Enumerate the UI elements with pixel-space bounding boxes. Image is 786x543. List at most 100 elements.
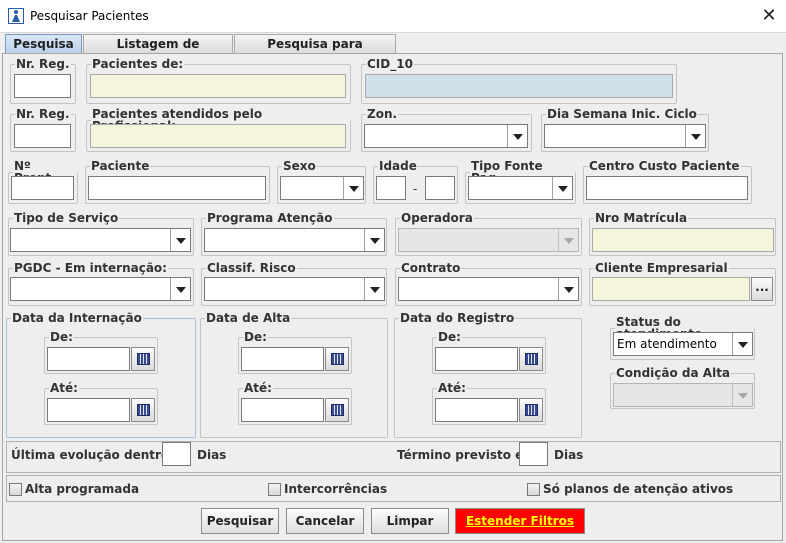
nro-matricula-field [592,228,774,252]
paciente-label: Paciente [91,159,150,173]
internacao-de-label: De: [50,330,73,344]
chevron-down-icon[interactable] [732,333,752,355]
chevron-down-icon[interactable] [507,125,527,147]
planos-ativos-checkbox[interactable] [527,483,540,496]
idade-label: Idade [379,159,417,173]
registro-de-input[interactable] [435,347,518,371]
intercorrencias-checkbox[interactable] [268,483,281,496]
idade-max-input[interactable] [425,176,455,200]
chevron-down-icon[interactable] [685,125,705,147]
programa-atencao-select[interactable] [204,228,385,252]
chevron-down-icon [732,384,752,406]
chevron-down-icon[interactable] [170,278,190,300]
pacientes-de-label: Pacientes de: [92,57,184,71]
chevron-down-icon[interactable] [558,278,578,300]
cliente-empresarial-field [592,277,750,301]
operadora-label: Operadora [401,211,473,225]
internacao-ate-label: Até: [50,381,78,395]
condicao-alta-select [613,383,753,407]
chevron-down-icon [558,229,578,251]
alta-ate-input[interactable] [241,398,324,422]
data-alta-label: Data de Alta [206,311,291,325]
calendar-icon[interactable] [325,398,349,422]
calendar-icon[interactable] [519,347,543,371]
cliente-empresarial-label: Cliente Empresarial [595,261,728,275]
cliente-empresarial-lookup-button[interactable]: ... [751,277,773,301]
zon-label: Zon. [367,107,398,121]
nr-reg-input-2[interactable] [14,124,71,148]
n-pront-input[interactable] [11,176,74,200]
tab-pesquisa[interactable]: Pesquisa [5,34,82,54]
nr-reg-label-2: Nr. Reg. [16,107,70,121]
window-title: Pesquisar Pacientes [30,9,149,23]
pgdc-select[interactable] [10,277,191,301]
pgdc-label: PGDC - Em internação: [14,261,167,275]
dias-label-1: Dias [197,448,227,462]
zon-select[interactable] [364,124,528,148]
calendar-icon[interactable] [131,347,155,371]
status-atendimento-value: Em atendimento [617,337,717,351]
dia-semana-label: Dia Semana Inic. Ciclo [547,107,697,121]
alta-de-label: De: [244,330,267,344]
idade-separator: - [413,182,418,196]
ultima-evolucao-dias-input[interactable] [162,442,191,466]
pesquisar-button[interactable]: Pesquisar [201,508,279,534]
condicao-alta-label: Condição da Alta [616,366,731,380]
alta-programada-checkbox[interactable] [9,483,22,496]
chevron-down-icon[interactable] [552,177,572,199]
data-internacao-label: Data da Internação [12,311,142,325]
calendar-icon[interactable] [519,398,543,422]
chevron-down-icon[interactable] [364,229,384,251]
dias-label-2: Dias [554,448,584,462]
alta-ate-label: Até: [244,381,272,395]
termino-previsto-dias-input[interactable] [519,442,548,466]
app-icon [8,8,24,24]
programa-atencao-label: Programa Atenção [207,211,333,225]
sexo-select[interactable] [280,176,364,200]
internacao-ate-input[interactable] [47,398,130,422]
contrato-select[interactable] [398,277,579,301]
chevron-down-icon[interactable] [343,177,363,199]
tab-pesquisa-relatorios[interactable]: Pesquisa para Relatórios [234,34,396,69]
cid10-label: CID_10 [367,57,413,71]
paciente-input[interactable] [88,176,266,200]
tipo-servico-label: Tipo de Serviço [14,211,119,225]
registro-de-label: De: [438,330,461,344]
centro-custo-label: Centro Custo Paciente [589,159,740,173]
alta-de-input[interactable] [241,347,324,371]
close-icon[interactable]: ✕ [756,5,782,27]
nr-reg-label-1: Nr. Reg. [16,57,70,71]
termino-previsto-label: Término previsto em [397,448,536,462]
cid10-field [365,74,673,98]
sexo-label: Sexo [283,159,316,173]
pacientes-de-field [90,74,346,98]
tipo-fonte-select[interactable] [468,176,573,200]
tab-listagem-pacientes[interactable]: Listagem de Pacientes [83,34,233,69]
operadora-select [398,228,579,252]
calendar-icon[interactable] [131,398,155,422]
contrato-label: Contrato [401,261,461,275]
nr-reg-input-1[interactable] [14,74,71,98]
registro-ate-input[interactable] [435,398,518,422]
centro-custo-input[interactable] [586,176,748,200]
estender-filtros-button[interactable]: Estender Filtros [455,508,585,534]
idade-min-input[interactable] [376,176,406,200]
registro-ate-label: Até: [438,381,466,395]
pac-atendidos-field [90,124,346,148]
dia-semana-select[interactable] [544,124,706,148]
classif-risco-select[interactable] [204,277,385,301]
status-atendimento-select[interactable]: Em atendimento [613,332,753,356]
calendar-icon[interactable] [325,347,349,371]
alta-programada-label: Alta programada [25,482,140,496]
intercorrencias-label: Intercorrências [284,482,388,496]
internacao-de-input[interactable] [47,347,130,371]
planos-ativos-label: Só planos de atenção ativos [543,482,734,496]
data-registro-label: Data do Registro [400,311,515,325]
limpar-button[interactable]: Limpar [371,508,449,534]
chevron-down-icon[interactable] [364,278,384,300]
nro-matricula-label: Nro Matrícula [595,211,688,225]
classif-risco-label: Classif. Risco [207,261,296,275]
chevron-down-icon[interactable] [170,229,190,251]
tipo-servico-select[interactable] [10,228,191,252]
cancelar-button[interactable]: Cancelar [286,508,364,534]
